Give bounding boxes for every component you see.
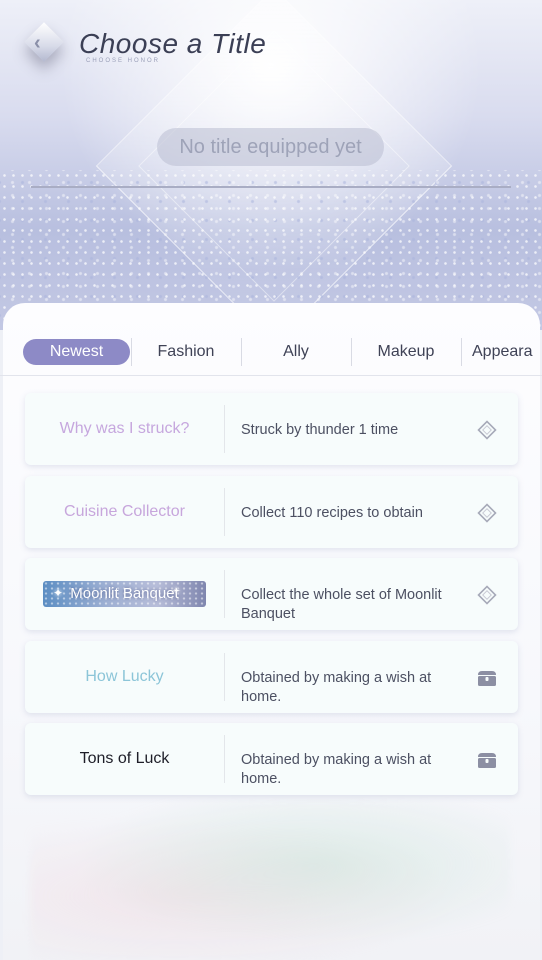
page-subtitle: CHOOSE HONOR <box>86 58 161 64</box>
chest-icon <box>478 753 496 768</box>
title-description: Obtained by making a wish at home. <box>241 752 432 787</box>
tab-appearance[interactable]: Appeara <box>462 339 542 365</box>
tab-newest[interactable]: Newest <box>23 339 130 365</box>
chest-icon <box>478 671 496 686</box>
title-badge-banner: ✦ ✦ Moonlit Banquet <box>43 581 206 607</box>
title-header: ‹ Choose a Title CHOOSE HONOR No title e… <box>0 0 542 330</box>
title-name: Moonlit Banquet <box>70 585 179 602</box>
title-name: How Lucky <box>85 668 164 685</box>
back-diamond-shape <box>24 22 64 62</box>
tab-ally[interactable]: Ally <box>242 339 350 365</box>
title-description: Obtained by making a wish at home. <box>241 670 432 705</box>
title-card-tons-of-luck[interactable]: Tons of Luck Obtained by making a wish a… <box>25 723 518 795</box>
blurred-background <box>30 800 510 960</box>
diamond-outline-icon <box>477 420 497 440</box>
card-divider <box>224 488 225 536</box>
title-description: Collect the whole set of Moonlit Banquet <box>241 587 442 622</box>
title-card-why-was-i-struck[interactable]: Why was I struck? Struck by thunder 1 ti… <box>25 393 518 465</box>
diamond-outline-icon <box>477 585 497 605</box>
tab-makeup[interactable]: Makeup <box>352 339 460 365</box>
title-name: Cuisine Collector <box>64 503 185 520</box>
title-name: Tons of Luck <box>79 750 170 767</box>
card-divider <box>224 405 225 453</box>
title-name: Why was I struck? <box>59 420 190 437</box>
title-card-moonlit-banquet[interactable]: ✦ ✦ Moonlit Banquet Collect the whole se… <box>25 558 518 630</box>
equipped-title-status: No title equipped yet <box>157 128 384 166</box>
title-card-cuisine-collector[interactable]: Cuisine Collector Collect 110 recipes to… <box>25 476 518 548</box>
title-description: Struck by thunder 1 time <box>241 422 399 438</box>
title-card-how-lucky[interactable]: How Lucky Obtained by making a wish at h… <box>25 641 518 713</box>
card-divider <box>224 570 225 618</box>
card-divider <box>224 653 225 701</box>
diamond-outline-icon <box>477 503 497 523</box>
card-divider <box>224 735 225 783</box>
header-divider <box>31 186 511 188</box>
chevron-left-icon: ‹ <box>34 32 41 54</box>
page-title: Choose a Title <box>79 28 267 59</box>
category-tabs: Newest Fashion Ally Makeup Appeara <box>0 333 542 376</box>
title-description: Collect 110 recipes to obtain <box>241 505 423 521</box>
back-button[interactable]: ‹ <box>22 22 64 64</box>
tab-fashion[interactable]: Fashion <box>132 339 240 365</box>
